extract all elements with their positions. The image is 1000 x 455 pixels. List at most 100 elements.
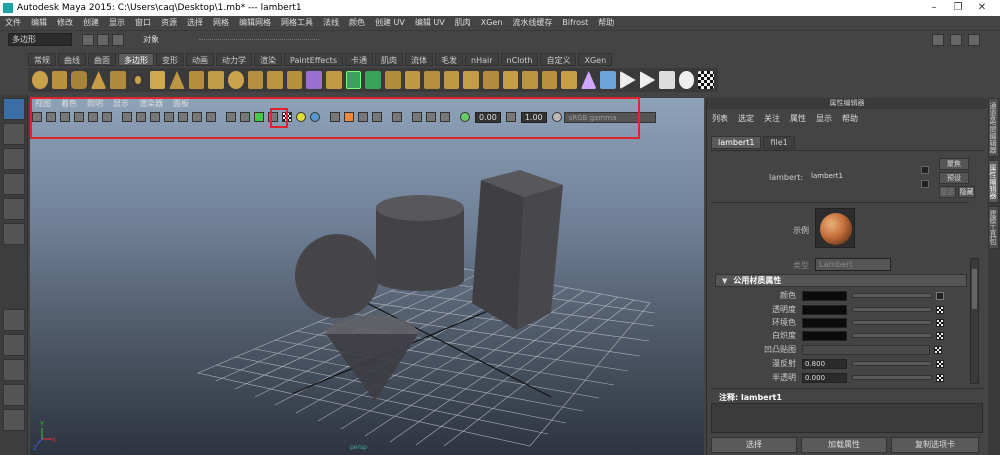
- shelf-tab-nhair[interactable]: nHair: [465, 52, 499, 66]
- input-connection-icon[interactable]: [921, 166, 929, 174]
- select-tool-icon[interactable]: [3, 98, 25, 120]
- menu-file[interactable]: 文件: [0, 16, 26, 30]
- menu-modify[interactable]: 修改: [52, 16, 78, 30]
- bump-map-button-icon[interactable]: [934, 345, 942, 354]
- shelf-tab-xgen[interactable]: XGen: [578, 52, 613, 66]
- bevel-icon[interactable]: [463, 71, 479, 89]
- ae-scrollbar-thumb[interactable]: [972, 269, 977, 309]
- channel-box-toggle-icon[interactable]: [968, 34, 980, 46]
- quadrangulate-icon[interactable]: [561, 71, 577, 89]
- load-attributes-button[interactable]: 加载属性: [801, 437, 887, 453]
- hide-button[interactable]: 隐藏: [958, 186, 975, 198]
- ambient-slider[interactable]: [852, 320, 932, 325]
- fill-hole-icon[interactable]: [424, 71, 440, 89]
- persp-graph-layout-icon[interactable]: [3, 384, 25, 406]
- shelf-tab-rendering[interactable]: 渲染: [254, 52, 282, 66]
- open-scene-icon[interactable]: [97, 33, 109, 46]
- paint-select-tool-icon[interactable]: [3, 148, 25, 170]
- transparency-slider[interactable]: [852, 307, 932, 312]
- persp-hypershade-layout-icon[interactable]: [3, 409, 25, 431]
- cylinder-object[interactable]: [376, 195, 464, 291]
- ae-menu-focus[interactable]: 关注: [759, 112, 785, 126]
- show-button[interactable]: 显示: [939, 186, 956, 198]
- menuset-dropdown[interactable]: 多边形: [8, 33, 72, 46]
- bridge-icon[interactable]: [384, 71, 401, 89]
- shelf-tab-toon[interactable]: 卡通: [345, 52, 373, 66]
- translucence-map-button-icon[interactable]: [936, 373, 944, 382]
- type-dropdown[interactable]: Lambert: [815, 258, 891, 271]
- persp-outliner-layout-icon[interactable]: [3, 359, 25, 381]
- ae-menu-selected[interactable]: 选定: [733, 112, 759, 126]
- poly-cone-icon[interactable]: [90, 71, 107, 89]
- menu-window[interactable]: 窗口: [130, 16, 156, 30]
- shelf-tab-curves[interactable]: 曲线: [58, 52, 86, 66]
- offset-loop-icon[interactable]: [522, 71, 538, 89]
- vtab-channel-box[interactable]: 通道盒/层编辑器: [988, 98, 999, 158]
- diffuse-map-button-icon[interactable]: [936, 359, 944, 368]
- attribute-editor-toggle-icon[interactable]: [950, 34, 962, 46]
- shelf-tab-dynamics[interactable]: 动力学: [216, 52, 252, 66]
- new-scene-icon[interactable]: [82, 33, 94, 46]
- menu-help[interactable]: 帮助: [593, 16, 619, 30]
- menu-mesh[interactable]: 网格: [208, 16, 234, 30]
- menu-create[interactable]: 创建: [78, 16, 104, 30]
- insert-loop-icon[interactable]: [502, 71, 519, 89]
- menu-edit-mesh[interactable]: 编辑网格: [234, 16, 276, 30]
- transparency-swatch[interactable]: [802, 304, 847, 315]
- move-tool-icon[interactable]: [3, 173, 25, 195]
- shelf-tab-fluids[interactable]: 流体: [405, 52, 433, 66]
- poly-torus-icon[interactable]: [129, 71, 146, 89]
- translucence-slider[interactable]: [852, 375, 932, 380]
- close-button[interactable]: ✕: [960, 0, 1000, 16]
- diffuse-field[interactable]: 0.800: [802, 358, 847, 369]
- menu-bifrost[interactable]: Bifrost: [557, 16, 593, 30]
- scale-tool-icon[interactable]: [3, 223, 25, 245]
- ambient-swatch[interactable]: [802, 317, 847, 328]
- color-swatch[interactable]: [802, 290, 847, 301]
- single-perspective-layout-icon[interactable]: [3, 309, 25, 331]
- viewport-persp[interactable]: 视图 着色 照明 显示 渲染器 面板 0.00 1.00 sRGB gamma …: [30, 98, 704, 455]
- ae-menu-help[interactable]: 帮助: [837, 112, 863, 126]
- boolean-icon[interactable]: [306, 71, 322, 89]
- incandescence-slider[interactable]: [852, 333, 932, 338]
- split-icon[interactable]: [482, 71, 499, 89]
- ae-scrollbar[interactable]: [970, 258, 979, 384]
- shelf-tab-ncloth[interactable]: nCloth: [500, 52, 539, 66]
- vtab-modeling-toolkit[interactable]: 建模工具包: [988, 206, 999, 250]
- menu-xgen[interactable]: XGen: [476, 16, 508, 30]
- common-material-attrs-header[interactable]: ▼ 公用材质属性: [715, 274, 967, 287]
- incandescence-map-button-icon[interactable]: [936, 331, 944, 340]
- poly-soccer-ball-icon[interactable]: [227, 71, 244, 89]
- box-object[interactable]: [472, 170, 563, 330]
- ae-tab-file1[interactable]: file1: [763, 136, 795, 149]
- rotate-tool-icon[interactable]: [3, 198, 25, 220]
- ae-tab-lambert1[interactable]: lambert1: [711, 136, 762, 149]
- shelf-tab-deform[interactable]: 变形: [156, 52, 184, 66]
- select-button[interactable]: 选择: [711, 437, 797, 453]
- menu-edit-uv[interactable]: 编辑 UV: [410, 16, 450, 30]
- bump-map-field[interactable]: [802, 344, 930, 355]
- poly-helix-icon[interactable]: [208, 71, 224, 89]
- unfold-uv-icon[interactable]: [678, 71, 695, 89]
- poly-sphere-icon[interactable]: [32, 71, 48, 89]
- menu-edit[interactable]: 编辑: [26, 16, 52, 30]
- uv-editor-icon[interactable]: [580, 71, 597, 89]
- shelf-tab-muscle[interactable]: 肌肉: [375, 52, 403, 66]
- ae-menu-list[interactable]: 列表: [707, 112, 733, 126]
- separate-icon[interactable]: [286, 71, 303, 89]
- focus-button[interactable]: 聚焦: [939, 158, 969, 170]
- shelf-tab-surfaces[interactable]: 曲面: [88, 52, 116, 66]
- menu-pipeline-cache[interactable]: 流水线缓存: [507, 16, 557, 30]
- ae-menu-show[interactable]: 显示: [811, 112, 837, 126]
- poly-cylinder-icon[interactable]: [71, 71, 87, 89]
- shelf-tab-polygons[interactable]: 多边形: [118, 52, 154, 66]
- sphere-object[interactable]: [295, 234, 379, 318]
- menu-select[interactable]: 选择: [182, 16, 208, 30]
- menu-normals[interactable]: 法线: [318, 16, 344, 30]
- menu-muscle[interactable]: 肌肉: [450, 16, 476, 30]
- four-view-layout-icon[interactable]: [3, 334, 25, 356]
- color-slider[interactable]: [852, 293, 932, 298]
- cone-object[interactable]: [326, 315, 418, 401]
- diffuse-slider[interactable]: [852, 361, 932, 366]
- objects-label[interactable]: 对象: [143, 34, 159, 45]
